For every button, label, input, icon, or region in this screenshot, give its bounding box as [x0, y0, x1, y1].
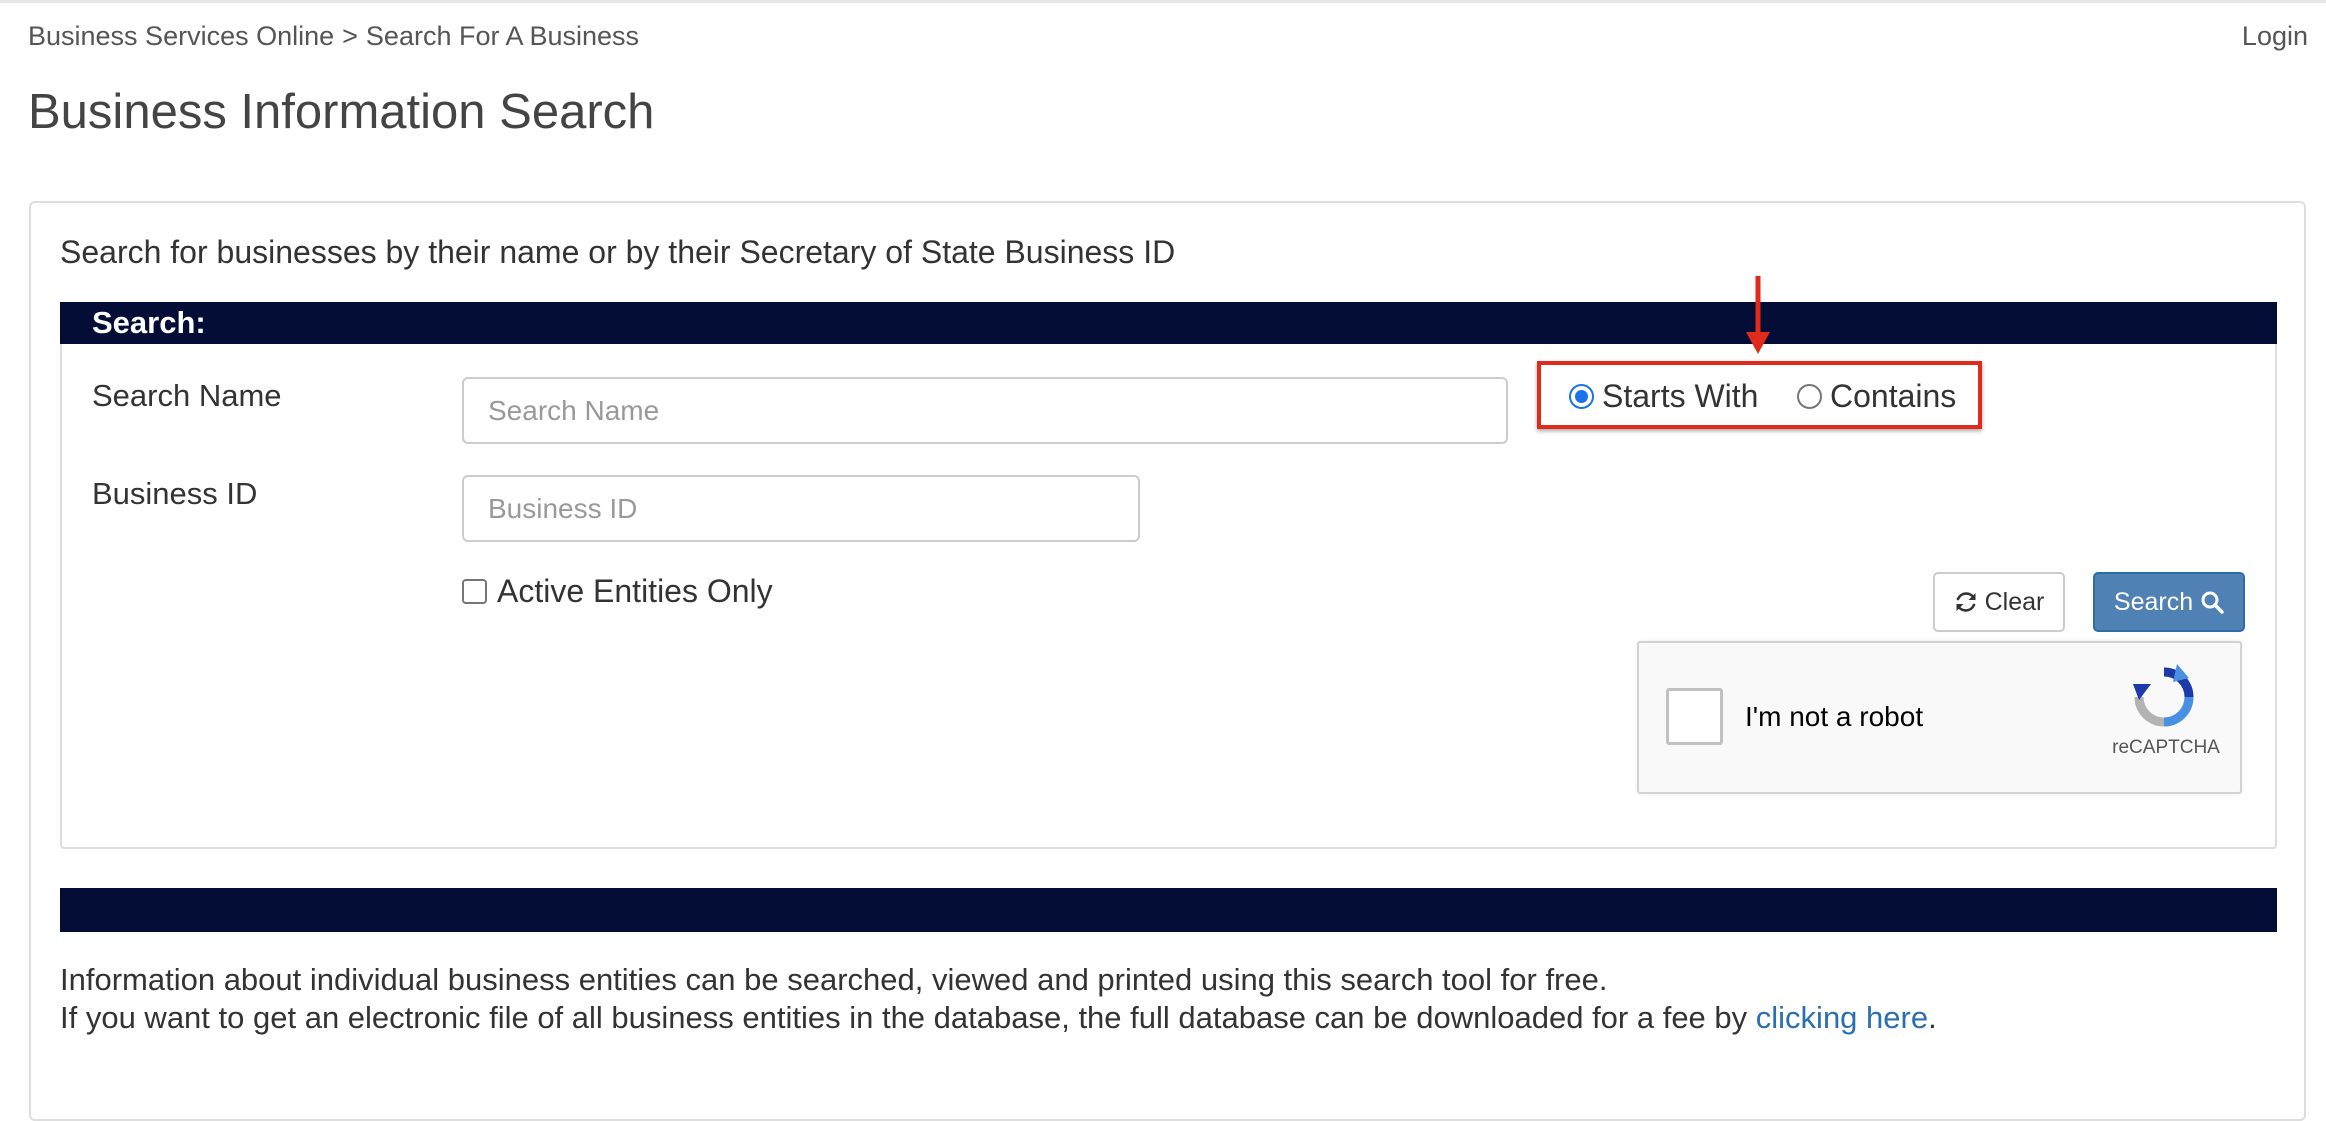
recaptcha-label: I'm not a robot — [1745, 701, 1924, 732]
section-divider-bar — [60, 888, 2277, 932]
radio-contains-label: Contains — [1830, 377, 1957, 414]
download-database-link[interactable]: clicking here — [1756, 1000, 1928, 1035]
recaptcha-checkbox[interactable] — [1666, 688, 1723, 745]
active-entities-checkbox-box[interactable] — [462, 579, 487, 604]
annotation-arrow-icon — [1746, 276, 1770, 354]
active-entities-label: Active Entities Only — [497, 573, 773, 609]
business-id-label: Business ID — [92, 476, 258, 511]
radio-contains[interactable]: Contains — [1797, 377, 1957, 414]
search-button-label: Search — [2113, 587, 2194, 616]
info-line-1: Information about individual business en… — [60, 962, 1608, 997]
search-section-header: Search: — [60, 302, 2277, 344]
info-line-2-text: If you want to get an electronic file of… — [60, 1000, 1748, 1035]
active-entities-checkbox[interactable]: Active Entities Only — [462, 573, 773, 610]
clear-button-label: Clear — [1984, 587, 2045, 616]
breadcrumb-root[interactable]: Business Services Online — [28, 21, 334, 51]
top-border — [0, 0, 2326, 3]
match-type-radio-group: Starts With Contains — [1537, 361, 1982, 429]
intro-text: Search for businesses by their name or b… — [60, 234, 1176, 270]
search-name-input[interactable] — [462, 377, 1508, 444]
clear-button[interactable]: Clear — [1933, 572, 2065, 632]
breadcrumb-current: Search For A Business — [365, 21, 640, 51]
breadcrumb: Business Services Online > Search For A Bu… — [28, 21, 639, 52]
radio-starts-with-button[interactable] — [1569, 383, 1594, 409]
radio-contains-button[interactable] — [1797, 383, 1822, 409]
magnifier-icon — [2200, 590, 2224, 614]
search-button[interactable]: Search — [2093, 572, 2245, 632]
info-line-2: If you want to get an electronic file of… — [60, 999, 1937, 1037]
recaptcha-widget: I'm not a robot reCAPTCHA — [1637, 641, 2242, 794]
recaptcha-logo-icon — [2133, 664, 2194, 727]
recaptcha-brand: reCAPTCHA — [2112, 737, 2220, 758]
business-id-input[interactable] — [462, 475, 1140, 542]
page-title: Business Information Search — [28, 85, 655, 139]
info-text: Information about individual business en… — [60, 961, 1937, 1037]
breadcrumb-separator: > — [342, 21, 358, 51]
search-name-label: Search Name — [92, 378, 282, 413]
refresh-icon — [1954, 590, 1978, 614]
radio-starts-with-label: Starts With — [1602, 377, 1759, 414]
info-line-2-end: . — [1928, 1000, 1937, 1035]
radio-starts-with[interactable]: Starts With — [1569, 377, 1759, 414]
login-link[interactable]: Login — [2242, 21, 2308, 52]
